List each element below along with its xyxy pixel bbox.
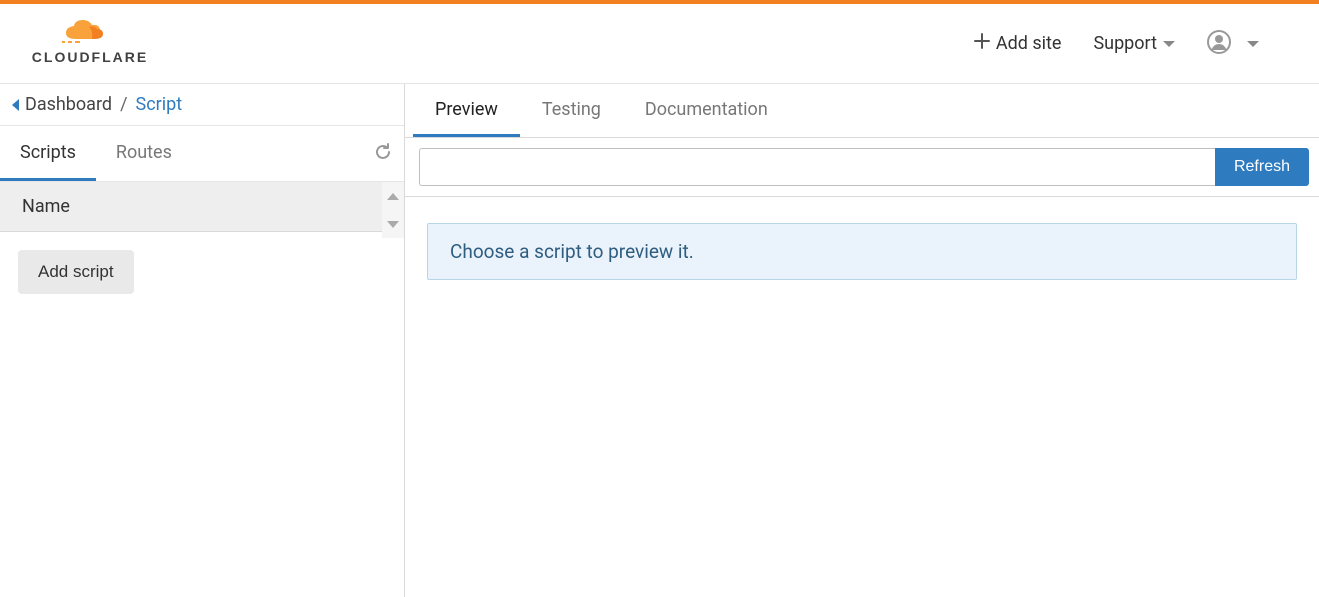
- add-site-label: Add site: [996, 33, 1062, 54]
- svg-text:CLOUDFLARE: CLOUDFLARE: [32, 49, 148, 65]
- cloudflare-logo[interactable]: CLOUDFLARE: [20, 19, 160, 69]
- scroll-down-button[interactable]: [382, 210, 404, 238]
- chevron-down-icon: [1247, 41, 1259, 47]
- refresh-button[interactable]: Refresh: [1215, 148, 1309, 186]
- add-script-button[interactable]: Add script: [18, 250, 134, 294]
- header-right: Add site Support: [974, 30, 1299, 58]
- table-scroll-arrows: [382, 182, 404, 238]
- content-area: Preview Testing Documentation Refresh Ch…: [405, 84, 1319, 597]
- add-site-button[interactable]: Add site: [974, 33, 1062, 54]
- support-menu[interactable]: Support: [1093, 33, 1175, 54]
- support-label: Support: [1093, 33, 1157, 54]
- triangle-down-icon: [387, 221, 399, 228]
- scripts-table: Name: [0, 182, 404, 232]
- sidebar-tabs: Scripts Routes: [0, 126, 192, 181]
- tab-testing[interactable]: Testing: [520, 84, 623, 137]
- info-area: Choose a script to preview it.: [405, 197, 1319, 306]
- breadcrumb-dashboard[interactable]: Dashboard: [25, 94, 112, 115]
- main-layout: Dashboard / Script Scripts Routes Name A…: [0, 84, 1319, 597]
- tab-scripts[interactable]: Scripts: [0, 126, 96, 181]
- logo-area: CLOUDFLARE: [20, 19, 160, 69]
- add-script-wrap: Add script: [0, 232, 404, 312]
- chevron-left-icon[interactable]: [12, 99, 19, 111]
- plus-icon: [974, 33, 990, 54]
- sidebar-tabs-row: Scripts Routes: [0, 126, 404, 182]
- breadcrumb-script[interactable]: Script: [136, 94, 183, 115]
- tab-documentation[interactable]: Documentation: [623, 84, 790, 137]
- breadcrumb: Dashboard / Script: [0, 84, 404, 126]
- table-header-name: Name: [0, 182, 404, 232]
- tab-routes[interactable]: Routes: [96, 126, 192, 181]
- user-icon: [1207, 30, 1231, 58]
- content-tabs: Preview Testing Documentation: [405, 84, 1319, 138]
- breadcrumb-separator: /: [120, 94, 127, 115]
- top-header: CLOUDFLARE Add site Support: [0, 4, 1319, 84]
- chevron-down-icon: [1163, 41, 1175, 47]
- sidebar: Dashboard / Script Scripts Routes Name A…: [0, 84, 405, 597]
- url-bar-row: Refresh: [405, 138, 1319, 197]
- reload-icon[interactable]: [374, 143, 392, 165]
- scroll-up-button[interactable]: [382, 182, 404, 210]
- info-banner: Choose a script to preview it.: [427, 223, 1297, 280]
- account-menu[interactable]: [1207, 30, 1259, 58]
- preview-url-input[interactable]: [419, 148, 1215, 186]
- triangle-up-icon: [387, 193, 399, 200]
- tab-preview[interactable]: Preview: [413, 84, 520, 137]
